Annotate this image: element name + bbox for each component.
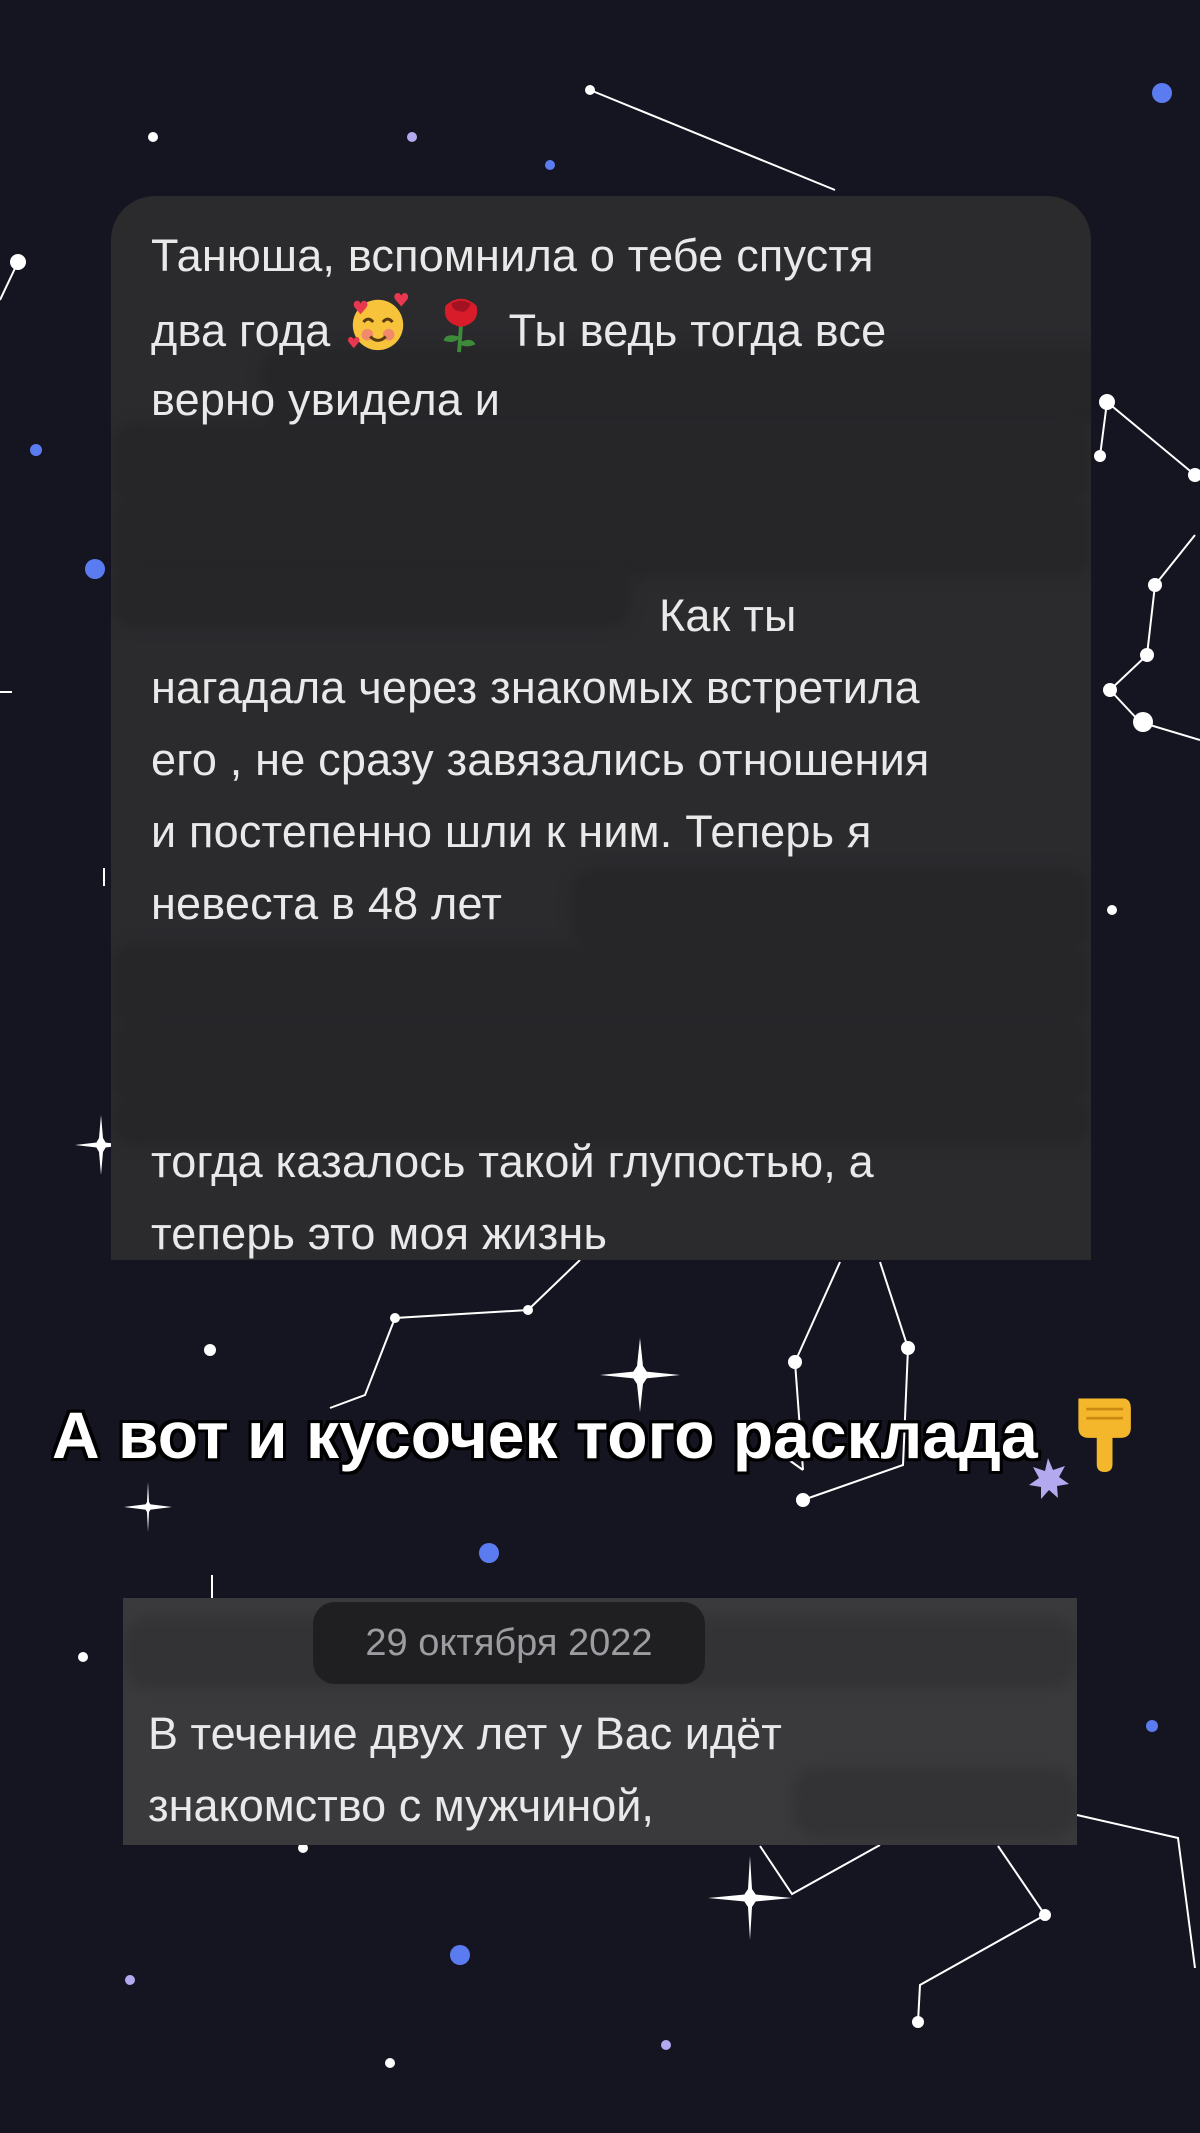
- redacted-text: [111, 1020, 1091, 1100]
- message-line: Танюша, вспомнила о тебе спустя: [151, 230, 874, 281]
- message-line: нагадала через знакомых встретила: [151, 662, 920, 713]
- caption-text: А вот и кусочек того расклада: [52, 1398, 1038, 1472]
- rose-emoji: [443, 298, 478, 353]
- message-text: два года: [151, 305, 331, 356]
- message-line: и постепенно шли к ним. Теперь я: [151, 806, 872, 857]
- date-separator: 29 октября 2022: [313, 1602, 705, 1684]
- pointing-down-emoji: [1078, 1398, 1131, 1472]
- incoming-message-bubble: Танюша, вспомнила о тебе спустя два года…: [111, 196, 1091, 1260]
- message-line: два года Ты ведь тогда все: [151, 292, 1061, 367]
- redacted-text: [111, 944, 1091, 1024]
- message-line: тогда казалось такой глупостью, а: [151, 1136, 874, 1187]
- quoted-message-bubble: 29 октября 2022 В течение двух лет у Вас…: [123, 1598, 1077, 1845]
- redacted-text: [111, 568, 631, 628]
- message-line: теперь это моя жизнь: [151, 1208, 608, 1259]
- message-line: верно увидела и: [151, 374, 501, 425]
- message-line: его , не сразу завязались отношения: [151, 734, 930, 785]
- caption-title: А вот и кусочек того расклада: [0, 1388, 1200, 1473]
- message-text: Ты ведь тогда все: [508, 305, 887, 356]
- message-line: невеста в 48 лет: [151, 878, 503, 929]
- smiling-face-with-hearts-emoji: [348, 292, 409, 351]
- redacted-text: [111, 498, 1091, 578]
- message-line: Как ты: [659, 590, 797, 641]
- message-line: знакомство с мужчиной,: [148, 1780, 654, 1831]
- message-line: В течение двух лет у Вас идёт: [148, 1708, 782, 1759]
